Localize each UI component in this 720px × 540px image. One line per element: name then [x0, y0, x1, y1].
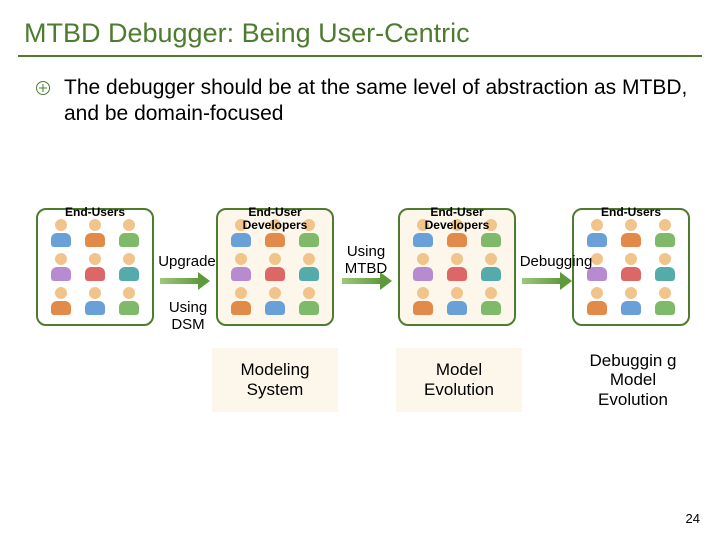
arrow-icon — [522, 276, 572, 286]
group-label: End-Users — [574, 206, 688, 219]
person-icon — [48, 287, 74, 315]
person-icon — [82, 287, 108, 315]
person-icon — [652, 253, 678, 281]
group-end-user-developers-2: End-User Developers — [398, 208, 516, 326]
group-end-user-developers-1: End-User Developers — [216, 208, 334, 326]
person-icon — [444, 287, 470, 315]
group-end-users-left: End-Users — [36, 208, 154, 326]
panel-debugging-model-evolution: Debuggin g Model Evolution — [570, 348, 696, 412]
person-icon — [262, 253, 288, 281]
person-icon — [116, 253, 142, 281]
person-icon — [82, 253, 108, 281]
slide-title: MTBD Debugger: Being User-Centric — [0, 0, 720, 55]
person-icon — [584, 219, 610, 247]
person-icon — [48, 219, 74, 247]
arrow-label-using-dsm: Using DSM — [158, 300, 218, 333]
arrow-label-upgrade: Upgrade — [152, 254, 222, 271]
person-icon — [410, 253, 436, 281]
person-icon — [296, 253, 322, 281]
panel-modeling-system: Modeling System — [212, 348, 338, 412]
arrow-icon — [160, 276, 210, 286]
group-label: End-User Developers — [400, 206, 514, 231]
group-label: End-User Developers — [218, 206, 332, 231]
person-icon — [228, 287, 254, 315]
person-icon — [652, 287, 678, 315]
panel-model-evolution: Model Evolution — [396, 348, 522, 412]
crosshair-bullet-icon — [36, 81, 50, 95]
person-icon — [618, 219, 644, 247]
page-number: 24 — [686, 511, 700, 526]
group-label: End-Users — [38, 206, 152, 219]
person-icon — [618, 253, 644, 281]
person-icon — [478, 253, 504, 281]
body-text-row: The debugger should be at the same level… — [0, 57, 720, 128]
person-icon — [444, 253, 470, 281]
person-icon — [48, 253, 74, 281]
person-icon — [82, 219, 108, 247]
diagram-area: End-Users End-User Developers End-User D… — [30, 190, 690, 420]
person-icon — [584, 287, 610, 315]
person-icon — [618, 287, 644, 315]
person-icon — [410, 287, 436, 315]
arrow-icon — [342, 276, 392, 286]
person-icon — [116, 287, 142, 315]
person-icon — [478, 287, 504, 315]
person-icon — [262, 287, 288, 315]
person-icon — [296, 287, 322, 315]
person-icon — [652, 219, 678, 247]
person-icon — [228, 253, 254, 281]
arrow-label-debugging: Debugging — [514, 254, 598, 271]
main-bullet-text: The debugger should be at the same level… — [64, 75, 690, 128]
person-icon — [116, 219, 142, 247]
